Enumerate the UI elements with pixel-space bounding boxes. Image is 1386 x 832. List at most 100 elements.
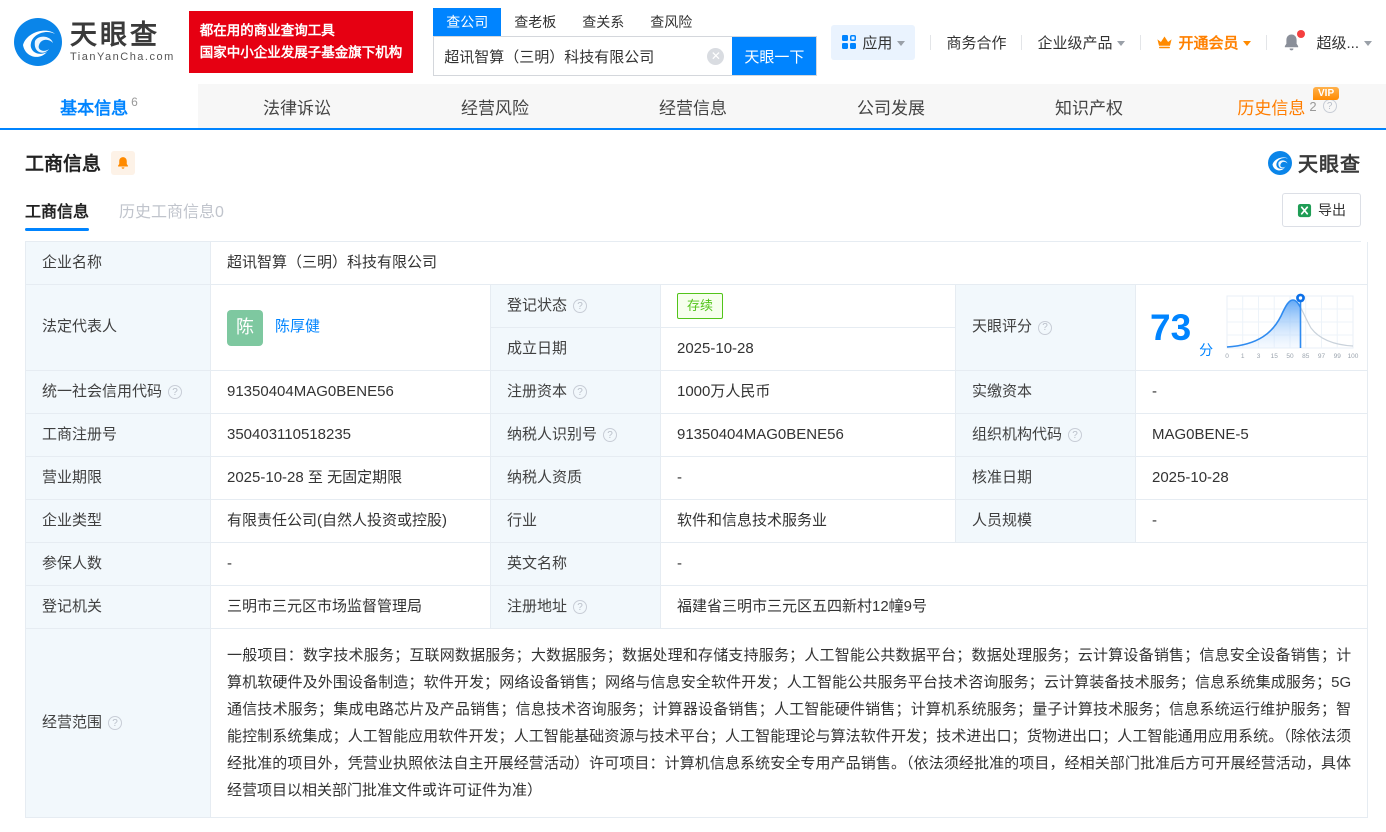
field-value-english-name: - (661, 543, 1368, 586)
field-label-org-code: 组织机构代码? (956, 414, 1136, 457)
field-value-biz-scope: 一般项目：数字技术服务；互联网数据服务；大数据服务；数据处理和存储支持服务；人工… (211, 629, 1368, 818)
field-label-english-name: 英文名称 (491, 543, 661, 586)
subtab-history-business-info[interactable]: 历史工商信息0 (119, 198, 224, 231)
nav-vip-label: 开通会员 (1178, 32, 1238, 53)
nav-vip[interactable]: 开通会员 (1156, 32, 1251, 53)
field-value-taxpayer-id: 91350404MAG0BENE56 (661, 414, 956, 457)
apps-grid-icon (841, 34, 857, 50)
export-button[interactable]: 导出 (1282, 193, 1361, 227)
svg-text:100: 100 (1348, 353, 1359, 360)
content: 工商信息 天眼查 工商信息 历史工商信息0 (0, 148, 1386, 832)
field-value-reg-no: 350403110518235 (211, 414, 491, 457)
field-value-uscc: 91350404MAG0BENE56 (211, 371, 491, 414)
crown-icon (1156, 35, 1173, 49)
excel-icon (1297, 203, 1312, 218)
nav-apps[interactable]: 应用 (831, 25, 915, 60)
subscribe-bell-button[interactable] (111, 151, 135, 175)
legal-rep-link[interactable]: 陈厚健 (275, 316, 320, 339)
nav-user[interactable]: 超级... (1316, 32, 1372, 53)
help-icon[interactable]: ? (168, 385, 182, 399)
help-icon[interactable]: ? (1038, 321, 1052, 335)
avatar: 陈 (227, 310, 263, 346)
notifications-bell[interactable] (1282, 33, 1301, 52)
nav-enterprise-label: 企业级产品 (1037, 32, 1112, 53)
search-tab-company[interactable]: 查公司 (433, 8, 501, 36)
field-value-approval-date: 2025-10-28 (1136, 457, 1368, 500)
field-label-taxpayer-id: 纳税人识别号? (491, 414, 661, 457)
sub-tab-row: 工商信息 历史工商信息0 导出 (25, 193, 1361, 231)
search-button[interactable]: 天眼一下 (732, 37, 816, 75)
field-label-company-type: 企业类型 (26, 500, 211, 543)
field-label-reg-capital: 注册资本? (491, 371, 661, 414)
score-value: 73 (1150, 309, 1191, 346)
slogan-line1: 都在用的商业查询工具 (200, 20, 403, 42)
search-tab-risk[interactable]: 查风险 (637, 8, 705, 36)
subtab-business-info[interactable]: 工商信息 (25, 198, 89, 231)
help-icon[interactable]: ? (108, 716, 122, 730)
divider (1266, 35, 1267, 50)
logo-brand: 天眼查 (70, 21, 175, 49)
chevron-down-icon (1117, 41, 1125, 46)
chevron-down-icon (897, 41, 905, 46)
watermark-text: 天眼查 (1298, 148, 1361, 177)
tab-history-info[interactable]: 历史信息 2 ? VIP (1188, 84, 1386, 128)
help-icon[interactable]: ? (573, 299, 587, 313)
help-icon[interactable]: ? (1068, 428, 1082, 442)
tab-operation-risk[interactable]: 经营风险 (396, 84, 594, 128)
help-icon[interactable]: ? (603, 428, 617, 442)
tab-label: 经营信息 (659, 94, 727, 119)
vip-badge: VIP (1313, 87, 1339, 100)
field-label-est-date: 成立日期 (491, 328, 661, 371)
tab-company-development[interactable]: 公司发展 (792, 84, 990, 128)
svg-text:1: 1 (1241, 353, 1245, 360)
tab-operation-info[interactable]: 经营信息 (594, 84, 792, 128)
chevron-down-icon (1243, 41, 1251, 46)
tab-basic-info[interactable]: 基本信息6 (0, 84, 198, 128)
tab-label: 经营风险 (461, 94, 529, 119)
field-label-reg-authority: 登记机关 (26, 586, 211, 629)
field-value-reg-address: 福建省三明市三元区五四新村12幢9号 (661, 586, 1368, 629)
search-input[interactable] (434, 37, 707, 75)
field-label-taxpayer-quality: 纳税人资质 (491, 457, 661, 500)
tianyancha-logo[interactable]: 天眼查 TianYanCha.com (14, 18, 175, 66)
header: 天眼查 TianYanCha.com 都在用的商业查询工具 国家中小企业发展子基… (0, 0, 1386, 84)
field-label-reg-status: 登记状态? (491, 285, 661, 328)
field-label-paid-capital: 实缴资本 (956, 371, 1136, 414)
score-distribution-chart: 0 1 3 15 50 85 97 99 100 (1221, 292, 1359, 364)
tianyancha-swirl-icon (14, 18, 62, 66)
nav-cooperation[interactable]: 商务合作 (946, 32, 1006, 53)
help-icon[interactable]: ? (1323, 99, 1337, 113)
search-box: ✕ 天眼一下 (433, 36, 817, 76)
field-value-insured-count: - (211, 543, 491, 586)
tab-count: 2 (1309, 99, 1316, 114)
business-info-table: 企业名称 超讯智算（三明）科技有限公司 法定代表人 陈 陈厚健 登记状态? 存续… (25, 241, 1361, 818)
field-value-staff-size: - (1136, 500, 1368, 543)
help-icon[interactable]: ? (573, 600, 587, 614)
tab-label: 法律诉讼 (263, 94, 331, 119)
field-value-reg-authority: 三明市三元区市场监督管理局 (211, 586, 491, 629)
field-value-company-name: 超讯智算（三明）科技有限公司 (211, 242, 1368, 285)
tianyancha-swirl-icon (1268, 151, 1292, 175)
field-value-company-type: 有限责任公司(自然人投资或控股) (211, 500, 491, 543)
tab-legal[interactable]: 法律诉讼 (198, 84, 396, 128)
field-value-reg-capital: 1000万人民币 (661, 371, 956, 414)
nav-user-label: 超级... (1316, 32, 1359, 53)
field-label-legal-rep: 法定代表人 (26, 285, 211, 371)
clear-icon[interactable]: ✕ (707, 48, 724, 65)
section-header: 工商信息 天眼查 (25, 148, 1361, 177)
search-tab-relation[interactable]: 查关系 (569, 8, 637, 36)
score-cell: 73 分 (1136, 285, 1368, 371)
field-label-reg-address: 注册地址? (491, 586, 661, 629)
field-value-biz-term: 2025-10-28 至 无固定期限 (211, 457, 491, 500)
field-label-approval-date: 核准日期 (956, 457, 1136, 500)
header-nav: 应用 商务合作 企业级产品 开通会员 (831, 25, 1372, 60)
section-title: 工商信息 (25, 149, 101, 176)
main-tabstrip: 基本信息6 法律诉讼 经营风险 经营信息 公司发展 知识产权 历史信息 2 ? … (0, 84, 1386, 130)
nav-enterprise[interactable]: 企业级产品 (1037, 32, 1125, 53)
help-icon[interactable]: ? (573, 385, 587, 399)
page: 天眼查 TianYanCha.com 都在用的商业查询工具 国家中小企业发展子基… (0, 0, 1386, 832)
svg-text:3: 3 (1257, 353, 1261, 360)
tab-intellectual-property[interactable]: 知识产权 (990, 84, 1188, 128)
tab-label: 知识产权 (1055, 94, 1123, 119)
search-tab-boss[interactable]: 查老板 (501, 8, 569, 36)
